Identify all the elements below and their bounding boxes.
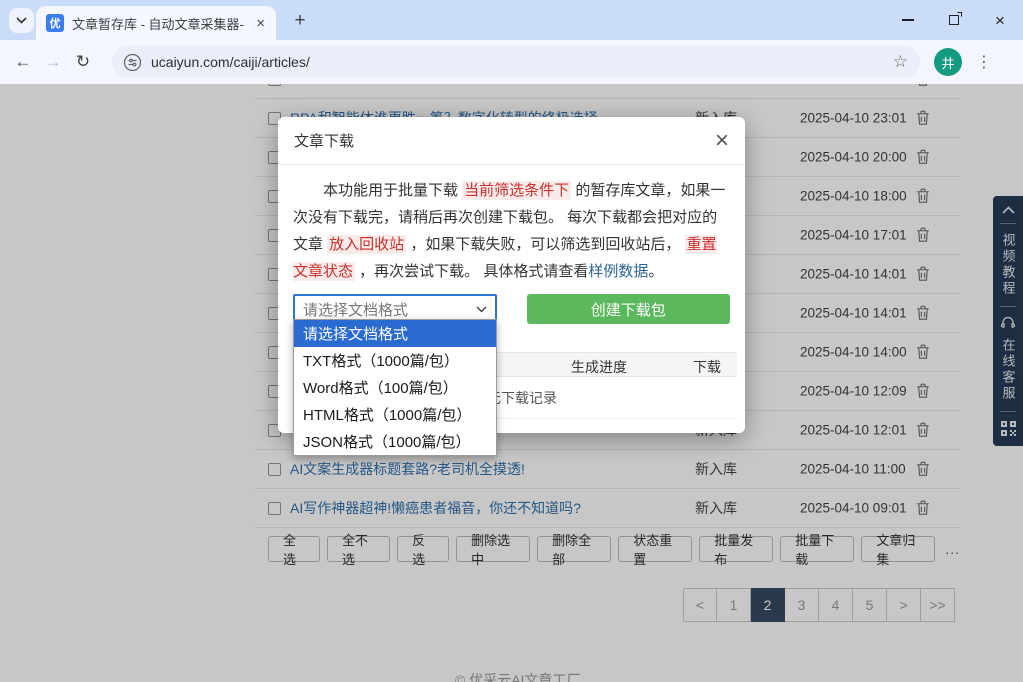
modal-header: 文章下载 × [278, 117, 745, 165]
bookmark-star-icon[interactable]: ☆ [893, 52, 908, 72]
format-select-value: 请选择文档格式 [303, 299, 476, 320]
dropdown-option[interactable]: JSON格式（1000篇/包） [294, 428, 496, 455]
back-button[interactable]: ← [8, 47, 38, 77]
dropdown-option[interactable]: 请选择文档格式 [294, 320, 496, 347]
create-package-button[interactable]: 创建下载包 [527, 294, 730, 324]
tab-title: 文章暂存库 - 自动文章采集器- [72, 14, 245, 33]
close-icon: × [995, 12, 1005, 29]
browser-toolbar: ← → ↻ ucaiyun.com/caiji/articles/ ☆ 井 ⋮ [0, 40, 1023, 84]
browser-menu-icon[interactable]: ⋮ [972, 52, 996, 72]
address-bar[interactable]: ucaiyun.com/caiji/articles/ ☆ [112, 46, 920, 78]
new-tab-button[interactable]: + [288, 9, 312, 33]
dropdown-option[interactable]: Word格式（100篇/包） [294, 374, 496, 401]
profile-avatar[interactable]: 井 [934, 48, 962, 76]
restore-icon [949, 15, 959, 25]
tab-search-button[interactable] [9, 8, 34, 33]
window-controls: × [885, 0, 1023, 40]
column-header-download: 下载 [693, 357, 721, 377]
page-viewport: RPA和智能体谁更胜一筹？数字化转型的终极选择 新入库 2025-04-10 2… [0, 84, 1023, 682]
dropdown-option[interactable]: TXT格式（1000篇/包） [294, 347, 496, 374]
modal-title: 文章下载 [294, 130, 715, 151]
column-header-progress: 生成进度 [571, 357, 627, 377]
site-favicon: 优 [46, 14, 64, 32]
restore-button[interactable] [931, 0, 977, 40]
close-button[interactable]: × [977, 0, 1023, 40]
reload-button[interactable]: ↻ [68, 47, 98, 77]
select-chevron-icon [476, 306, 487, 313]
site-settings-icon[interactable] [124, 54, 141, 71]
chevron-down-icon [16, 17, 27, 24]
tab-close-icon[interactable]: × [253, 16, 268, 31]
minimize-button[interactable] [885, 0, 931, 40]
minimize-icon [902, 19, 914, 21]
dropdown-option[interactable]: HTML格式（1000篇/包） [294, 401, 496, 428]
url-text[interactable]: ucaiyun.com/caiji/articles/ [151, 54, 883, 70]
modal-close-icon[interactable]: × [715, 129, 729, 153]
forward-button[interactable]: → [38, 47, 68, 77]
browser-titlebar: 优 文章暂存库 - 自动文章采集器- × + × [0, 0, 1023, 40]
format-dropdown-list: 请选择文档格式 TXT格式（1000篇/包） Word格式（100篇/包） HT… [293, 319, 497, 456]
browser-tab[interactable]: 优 文章暂存库 - 自动文章采集器- × [36, 6, 276, 40]
modal-description: 本功能用于批量下载 当前筛选条件下 的暂存库文章，如果一次没有下载完，请稍后再次… [293, 177, 730, 285]
